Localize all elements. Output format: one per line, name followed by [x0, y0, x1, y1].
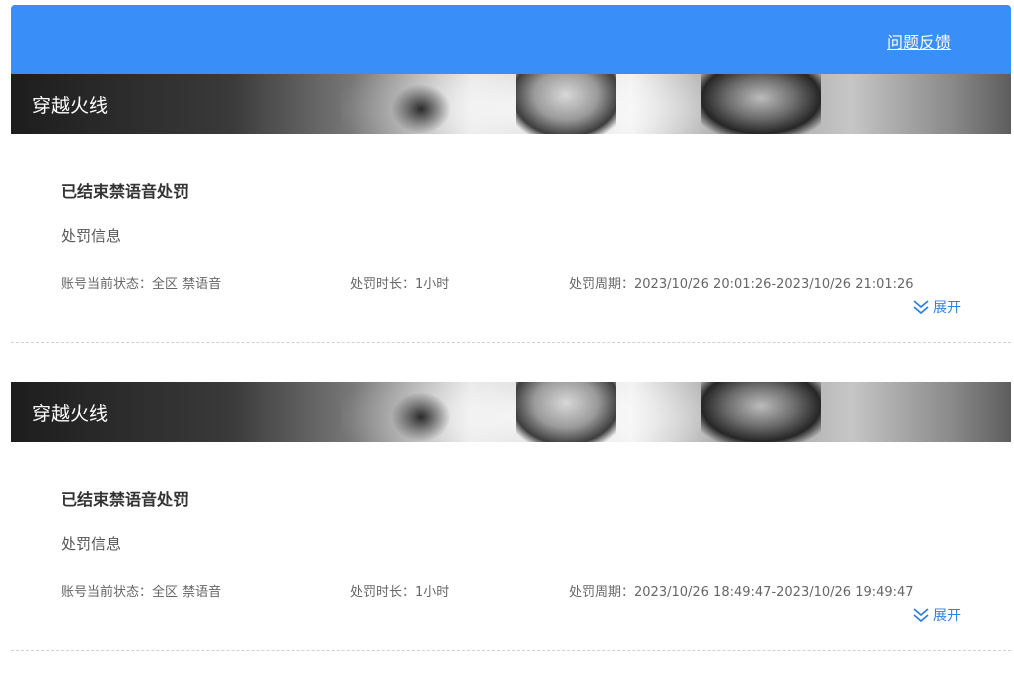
punishment-duration: 处罚时长：1小时 [350, 277, 450, 292]
punishment-status-title: 已结束禁语音处罚 [61, 490, 190, 509]
expand-label: 展开 [933, 608, 961, 624]
banner-figure-female [516, 382, 616, 442]
game-banner: 穿越火线 [11, 382, 1011, 442]
feedback-link[interactable]: 问题反馈 [887, 29, 951, 53]
card-divider [11, 650, 1011, 651]
account-status: 账号当前状态：全区 禁语音 [61, 277, 222, 292]
punishment-status-title: 已结束禁语音处罚 [61, 182, 190, 201]
game-title: 穿越火线 [32, 95, 109, 117]
banner-figure-male [701, 382, 821, 442]
banner-figure-male [701, 74, 821, 134]
punishment-duration: 处罚时长：1小时 [350, 585, 450, 600]
game-banner: 穿越火线 [11, 74, 1011, 134]
banner-figure-female [516, 74, 616, 134]
banner-figure-hand [391, 84, 451, 134]
punishment-period: 处罚周期：2023/10/26 18:49:47-2023/10/26 19:4… [569, 585, 914, 600]
double-chevron-down-icon [913, 608, 929, 623]
punishment-info-label: 处罚信息 [61, 535, 122, 553]
expand-button[interactable]: 展开 [912, 297, 961, 317]
record-card: 穿越火线 已结束禁语音处罚 处罚信息 账号当前状态：全区 禁语音 处罚时长：1小… [11, 382, 1011, 690]
double-chevron-down-icon [913, 300, 929, 315]
account-status: 账号当前状态：全区 禁语音 [61, 585, 222, 600]
punishment-period: 处罚周期：2023/10/26 20:01:26-2023/10/26 21:0… [569, 277, 914, 292]
top-bar: 问题反馈 [11, 5, 1011, 74]
game-title: 穿越火线 [32, 403, 109, 425]
expand-label: 展开 [933, 300, 961, 316]
card-divider [11, 342, 1011, 343]
page: 问题反馈 穿越火线 已结束禁语音处罚 处罚信息 账号当前状态：全区 禁语音 处罚… [11, 5, 1011, 690]
banner-figure-hand [391, 392, 451, 442]
record-card: 穿越火线 已结束禁语音处罚 处罚信息 账号当前状态：全区 禁语音 处罚时长：1小… [11, 74, 1011, 382]
punishment-info-label: 处罚信息 [61, 227, 122, 245]
expand-button[interactable]: 展开 [912, 605, 961, 625]
